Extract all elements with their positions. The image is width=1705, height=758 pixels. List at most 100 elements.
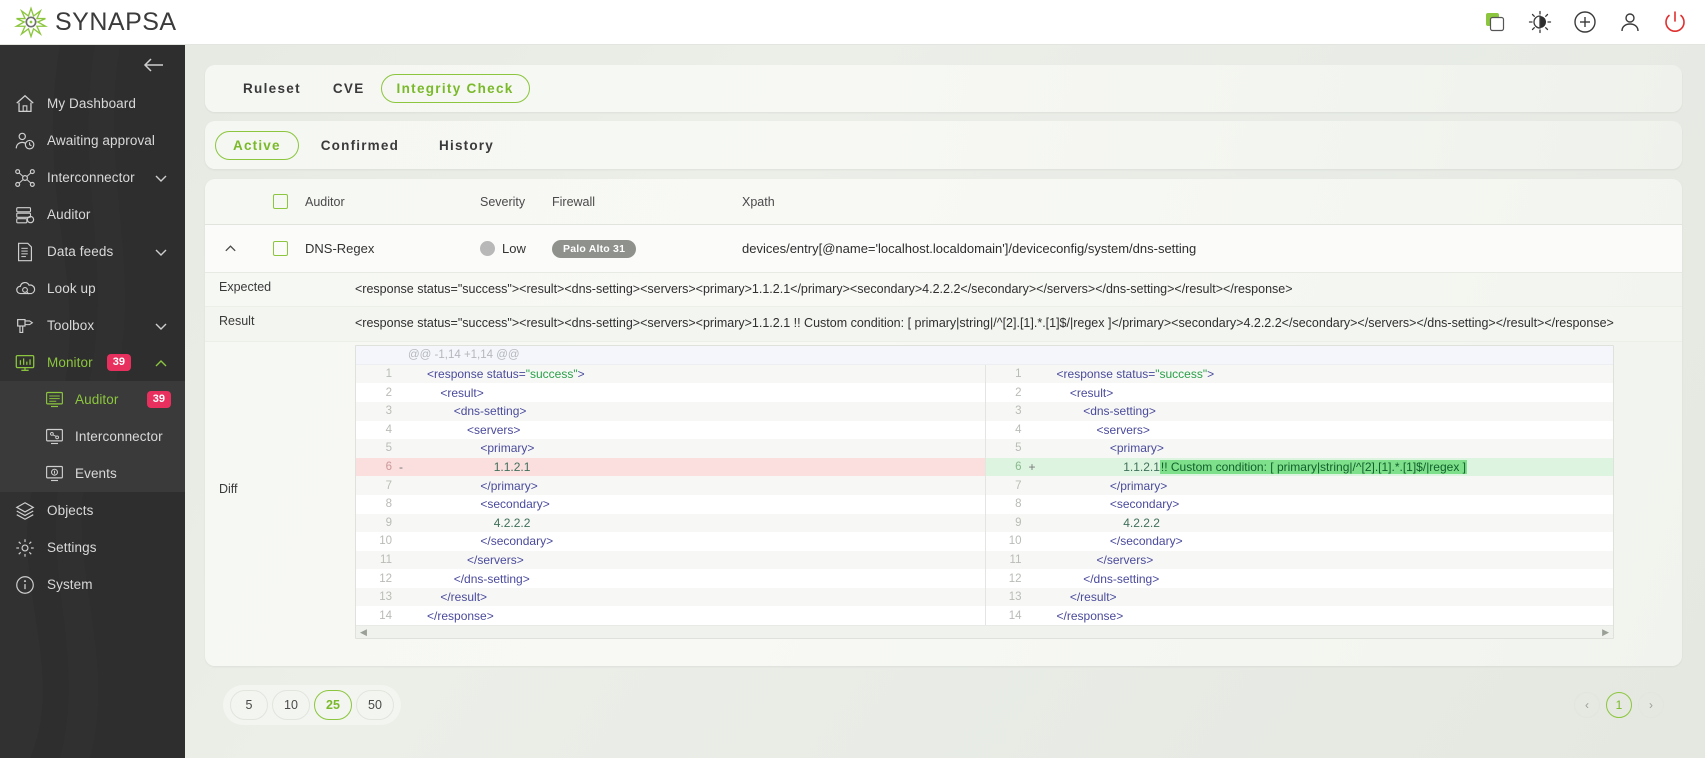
sidebar-collapse-button[interactable] [0,45,185,85]
user-account-icon[interactable] [1618,10,1642,34]
diff-line-text: <result> [1069,385,1114,400]
diff-line-number: 3 [385,405,392,418]
diff-line-number: 12 [1008,572,1022,585]
sidebar-item-monitor[interactable]: Monitor 39 [0,344,185,381]
diff-line: 3 <dns-setting> [985,401,1613,421]
sidebar-item-look-up[interactable]: Look up [0,270,185,307]
sidebar-item-awaiting-approval[interactable]: Awaiting approval [0,122,185,159]
header-auditor[interactable]: Auditor [305,195,480,209]
sidebar-item-toolbox[interactable]: Toolbox [0,307,185,344]
diff-line-text: <secondary> [1109,497,1180,512]
sidebar-item-label: Look up [47,281,96,296]
prev-page-button[interactable]: ‹ [1574,692,1600,718]
page-size-10[interactable]: 10 [272,690,310,720]
sidebar-item-system[interactable]: System [0,566,185,603]
main-content: Ruleset CVE Integrity Check Active Confi… [185,45,1705,758]
diff-line: 5 <primary> [985,439,1613,458]
diff-label: Diff [219,481,238,496]
row-checkbox[interactable] [272,241,288,256]
diff-line-text: <dns-setting> [1083,404,1156,419]
diff-horizontal-scrollbar[interactable]: ◀ ▶ [356,625,1613,639]
diff-line-text: <dns-setting> [453,404,527,419]
diff-line: 2 <result> [356,383,985,402]
diff-line: 2 <result> [985,383,1613,402]
page-size-5[interactable]: 5 [230,690,268,720]
sidebar-item-objects[interactable]: Objects [0,492,185,529]
chevron-up-icon[interactable] [153,355,169,371]
theme-toggle-icon[interactable] [1528,10,1552,34]
diff-line-text: </primary> [1109,478,1168,493]
auditor-badge-count: 39 [146,391,171,408]
diff-line-text: </servers> [1096,552,1154,567]
diff-line: 12 </dns-setting> [985,569,1613,588]
diff-line: 4 <servers> [985,420,1613,440]
diff-line: 9 4.2.2.2 [985,513,1613,533]
diff-line-number: 6 [1015,461,1022,474]
sidebar-item-label: Objects [47,503,94,518]
select-all-checkbox[interactable] [272,194,288,209]
network-nodes-icon [14,167,36,189]
diff-line-number: 1 [1015,368,1022,381]
scroll-left-arrow-icon[interactable]: ◀ [360,627,367,638]
sidebar-item-label: Toolbox [47,318,95,333]
header-firewall[interactable]: Firewall [552,195,742,209]
sidebar-nav: My Dashboard Awaiting approval Interconn… [0,85,185,603]
diff-line-number: 8 [1015,498,1022,511]
tab-cve[interactable]: CVE [317,74,381,103]
diff-line-text: </result> [1069,590,1117,605]
arrow-left-icon [143,58,163,72]
diff-line: 4 <servers> [356,420,985,440]
layers-icon [14,500,36,522]
sidebar-item-monitor-events[interactable]: Events [0,455,185,492]
add-circle-icon[interactable] [1573,10,1597,34]
sidebar-item-label: System [47,577,93,592]
filter-confirmed[interactable]: Confirmed [303,131,417,160]
sidebar-item-monitor-interconnector[interactable]: Interconnector [0,418,185,455]
tab-integrity-check[interactable]: Integrity Check [380,74,530,103]
copy-icon[interactable] [1483,10,1507,34]
chevron-down-icon[interactable] [153,170,169,186]
diff-line-number: 14 [379,609,392,622]
sidebar-item-interconnector[interactable]: Interconnector [0,159,185,196]
diff-line: 5 <primary> [356,439,985,458]
diff-line-number: 4 [1015,423,1022,436]
next-page-button[interactable]: › [1638,692,1664,718]
sidebar-item-data-feeds[interactable]: Data feeds [0,233,185,270]
row-select-cell [255,241,305,256]
filter-active[interactable]: Active [215,130,299,160]
diff-line-number: 9 [385,516,392,529]
filter-history[interactable]: History [421,131,512,160]
brand-logo[interactable]: SYNAPSA [0,5,177,39]
row-collapse-toggle[interactable] [205,241,255,256]
diff-line-text: </servers> [467,552,524,567]
diff-line-sign: + [1028,460,1036,475]
monitor-chart-icon [14,352,36,374]
header-xpath[interactable]: Xpath [742,195,1682,209]
sidebar-item-monitor-auditor[interactable]: Auditor 39 [0,381,185,418]
user-clock-icon [14,130,36,152]
header-severity[interactable]: Severity [480,195,552,209]
firewall-badge: Palo Alto 31 [552,239,637,258]
expected-value: <response status="success"><result><dns-… [355,282,1293,296]
cloud-search-icon [14,278,36,300]
table-row[interactable]: DNS-Regex Low Palo Alto 31 devices/entry… [205,225,1682,273]
chevron-down-icon[interactable] [153,318,169,334]
power-logout-icon[interactable] [1663,10,1687,34]
sidebar-item-label: Auditor [47,207,91,222]
page-size-50[interactable]: 50 [356,690,394,720]
diff-line-text: <response status="success"> [427,367,585,382]
brand-name: SYNAPSA [55,7,177,36]
sidebar-submenu-label: Auditor [75,392,119,407]
scroll-right-arrow-icon[interactable]: ▶ [1602,627,1609,638]
chevron-down-icon[interactable] [153,244,169,260]
diff-body: 1 <response status="success"> 2 <result> 3… [356,364,1613,626]
cell-severity: Low [480,241,552,256]
page-size-25[interactable]: 25 [314,690,352,720]
sidebar-item-my-dashboard[interactable]: My Dashboard [0,85,185,122]
sidebar-item-settings[interactable]: Settings [0,529,185,566]
diff-line-number: 14 [1008,609,1022,622]
cell-auditor: DNS-Regex [305,241,375,256]
sidebar-item-auditor[interactable]: Auditor [0,196,185,233]
current-page-button[interactable]: 1 [1606,692,1632,718]
tab-ruleset[interactable]: Ruleset [227,74,317,103]
